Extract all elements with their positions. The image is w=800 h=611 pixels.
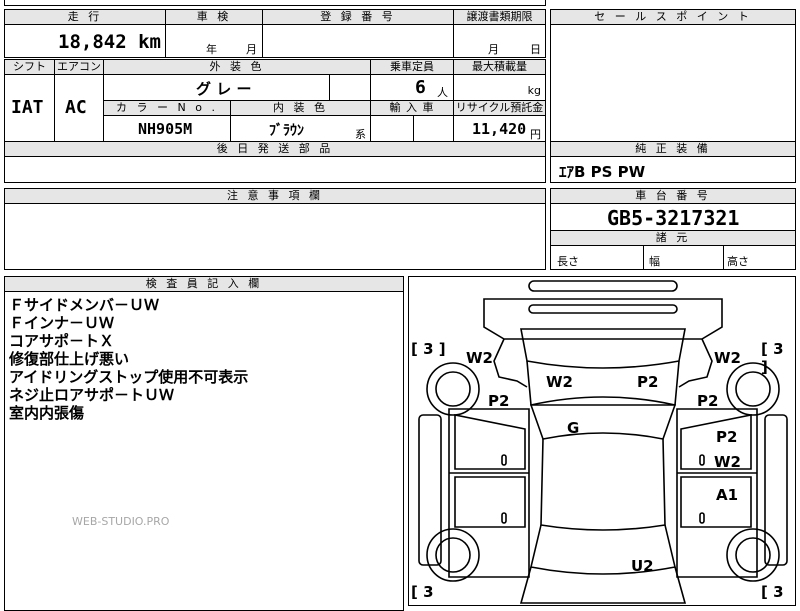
mileage-value: 18,842 km <box>58 31 161 53</box>
mark-hood-right: P2 <box>637 373 659 391</box>
tire-right-rear: [ 3 <box>761 583 784 601</box>
load-unit: kg <box>527 84 541 97</box>
mark-roof: G <box>567 419 580 437</box>
note-line: コアサポ－トＸ <box>9 332 115 350</box>
caution-label: 注 意 事 項 欄 <box>4 188 546 204</box>
later-parts-label: 後 日 発 送 部 品 <box>4 141 546 157</box>
transfer-month: 月 <box>488 43 499 56</box>
shift-label: シフト <box>4 59 55 75</box>
car-diagram: [ 3 ] [ 3 ] [ 3 [ 3 W2 W2 W2 P2 P2 P2 G … <box>408 276 796 606</box>
load-cell: kg <box>453 74 546 101</box>
capacity-value: 6 <box>415 77 426 98</box>
recycle-unit: 円 <box>530 128 541 141</box>
exterior-cell: グ レ ー <box>103 74 371 101</box>
transfer-day: 日 <box>530 43 541 56</box>
interior-cell: ﾌﾞﾗｳﾝ 系 <box>230 115 371 142</box>
capacity-cell: 6 人 <box>370 74 454 101</box>
registration-label: 登 録 番 号 <box>262 9 454 25</box>
recycle-cell: 11,420 円 <box>453 115 546 142</box>
note-line: 室内内張傷 <box>9 404 85 422</box>
ac-label: エアコン <box>54 59 104 75</box>
import-label: 輸 入 車 <box>370 100 454 116</box>
mark-front-right-fender: W2 <box>714 349 741 367</box>
car-outline <box>418 280 788 604</box>
import-cell <box>370 115 454 142</box>
transfer-label: 譲渡書類期限 <box>453 9 546 25</box>
color-no-label: カ ラ ー N o . <box>103 100 231 116</box>
note-line: アイドリングストップ使用不可表示 <box>9 368 249 386</box>
dims-cell: 長さ 幅 高さ <box>550 245 796 270</box>
shift-cell: IAT <box>4 74 55 142</box>
dims-height: 高さ <box>727 255 749 268</box>
note-line: Ｆインナ－ＵＷ <box>9 314 115 332</box>
exterior-divider <box>329 75 330 100</box>
exterior-label: 外 装 色 <box>103 59 371 75</box>
capacity-label: 乗車定員 <box>370 59 454 75</box>
interior-value: ﾌﾞﾗｳﾝ <box>269 123 304 139</box>
chassis-label: 車 台 番 号 <box>550 188 796 204</box>
ac-value: AC <box>65 97 87 118</box>
dims-divider-2 <box>723 246 724 269</box>
color-no-cell: NH905M <box>103 115 231 142</box>
mark-right-fender: P2 <box>697 392 719 410</box>
dims-width: 幅 <box>649 255 660 268</box>
inspector-label: 検 査 員 記 入 欄 <box>4 276 404 292</box>
transfer-cell: 月 日 <box>453 24 546 58</box>
sales-point-label: セ ー ル ス ポ イ ン ト <box>550 9 796 25</box>
tire-left-rear: [ 3 <box>411 583 434 601</box>
mark-rear: U2 <box>631 557 654 575</box>
inspection-label: 車 検 <box>165 9 263 25</box>
color-no-value: NH905M <box>138 120 193 138</box>
chassis-value: GB5-3217321 <box>607 206 740 230</box>
tire-left-front: [ 3 ] <box>411 340 446 358</box>
top-strip <box>4 0 546 6</box>
mark-hood-left: W2 <box>546 373 573 391</box>
tire-right-front: [ 3 ] <box>761 340 784 376</box>
watermark: WEB-STUDIO.PRO <box>72 515 170 528</box>
mileage-label: 走 行 <box>4 9 166 25</box>
note-line: Ｆサイドメンバ－ＵＷ <box>9 296 160 314</box>
mark-front-left-fender: W2 <box>466 349 493 367</box>
mileage-cell: 18,842 km <box>4 24 166 58</box>
mark-right-door-rear: A1 <box>716 486 739 504</box>
inspection-month: 月 <box>246 43 257 56</box>
interior-label: 内 装 色 <box>230 100 371 116</box>
equipment-value: ｴｱB PS PW <box>559 163 646 181</box>
exterior-value: グ レ ー <box>196 80 252 98</box>
ac-cell: AC <box>54 74 104 142</box>
recycle-value: 11,420 <box>472 120 527 138</box>
capacity-unit: 人 <box>437 86 448 99</box>
sales-point-box <box>550 9 796 151</box>
equipment-cell: ｴｱB PS PW <box>550 156 796 183</box>
dims-length: 長さ <box>557 255 579 268</box>
registration-cell <box>262 24 454 58</box>
inspector-notes: Ｆサイドメンバ－ＵＷ Ｆインナ－ＵＷ コアサポ－トＸ 修復部仕上げ悪い アイドリ… <box>4 291 404 611</box>
import-divider <box>413 116 414 141</box>
caution-cell <box>4 203 546 270</box>
mark-right-door-front-w: W2 <box>714 453 741 471</box>
later-parts-cell <box>4 156 546 183</box>
note-line: ネジ止ロアサポ－トＵＷ <box>9 386 175 404</box>
equipment-label: 純 正 装 備 <box>550 141 796 157</box>
interior-suffix: 系 <box>355 128 366 141</box>
dims-divider-1 <box>643 246 644 269</box>
shift-value: IAT <box>11 97 44 118</box>
note-line: 修復部仕上げ悪い <box>9 350 130 368</box>
dims-label: 諸 元 <box>550 230 796 246</box>
recycle-label: リサイクル預託金 <box>453 100 546 116</box>
mark-right-door-front-p: P2 <box>716 428 738 446</box>
inspection-year: 年 <box>206 43 217 56</box>
mark-left-fender: P2 <box>488 392 510 410</box>
chassis-cell: GB5-3217321 <box>550 203 796 231</box>
inspection-cell: 年 月 <box>165 24 263 58</box>
load-label: 最大積載量 <box>453 59 546 75</box>
